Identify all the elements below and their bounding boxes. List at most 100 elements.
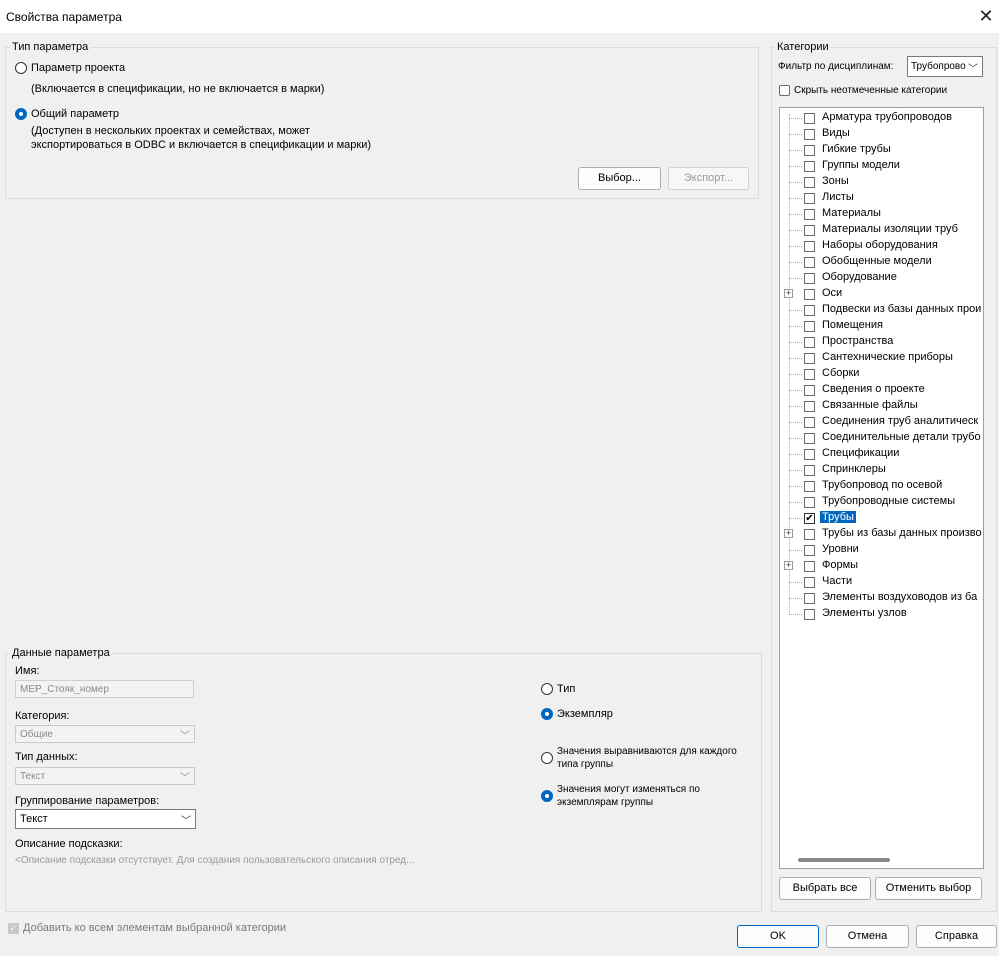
tree-row[interactable]: + Оси — [780, 286, 983, 302]
horizontal-scrollbar[interactable] — [780, 852, 983, 868]
category-label[interactable]: Пространства — [822, 335, 893, 347]
category-checkbox[interactable] — [804, 369, 815, 380]
shared-param-label[interactable]: Общий параметр — [31, 108, 119, 120]
category-checkbox[interactable] — [804, 417, 815, 428]
category-label[interactable]: Сведения о проекте — [822, 383, 925, 395]
category-checkbox[interactable] — [804, 225, 815, 236]
tree-row[interactable]: Соединительные детали трубо — [780, 430, 983, 446]
category-label[interactable]: Арматура трубопроводов — [822, 111, 952, 123]
category-label[interactable]: Формы — [822, 559, 858, 571]
expand-plus-icon[interactable]: + — [784, 561, 793, 570]
tree-row[interactable]: Группы модели — [780, 158, 983, 174]
category-checkbox[interactable] — [804, 257, 815, 268]
category-checkbox[interactable] — [804, 193, 815, 204]
tree-row[interactable]: Подвески из базы данных прои — [780, 302, 983, 318]
category-label[interactable]: Наборы оборудования — [822, 239, 938, 251]
tree-row[interactable]: Листы — [780, 190, 983, 206]
category-checkbox[interactable] — [804, 561, 815, 572]
category-checkbox[interactable] — [804, 401, 815, 412]
category-checkbox[interactable] — [804, 161, 815, 172]
tree-row[interactable]: Обобщенные модели — [780, 254, 983, 270]
scrollbar-thumb[interactable] — [798, 858, 890, 862]
help-button[interactable]: Справка — [916, 925, 997, 948]
category-label[interactable]: Зоны — [822, 175, 849, 187]
category-label[interactable]: Группы модели — [822, 159, 900, 171]
close-icon[interactable]: ✕ — [975, 5, 997, 27]
category-label[interactable]: Сантехнические приборы — [822, 351, 953, 363]
category-label[interactable]: Трубопровод по осевой — [822, 479, 942, 491]
name-field[interactable]: MEP_Стояк_номер — [15, 680, 194, 698]
type-radio[interactable] — [541, 683, 553, 695]
tree-row[interactable]: Спецификации — [780, 446, 983, 462]
tree-row[interactable]: Сведения о проекте — [780, 382, 983, 398]
instance-label[interactable]: Экземпляр — [557, 708, 613, 720]
select-button[interactable]: Выбор... — [578, 167, 661, 190]
tree-row[interactable]: + Формы — [780, 558, 983, 574]
shared-param-radio[interactable] — [15, 108, 27, 120]
datatype-select[interactable]: Текст ﹀ — [15, 767, 195, 785]
expand-plus-icon[interactable]: + — [784, 289, 793, 298]
vary-label-2[interactable]: экземплярам группы — [557, 797, 653, 808]
category-checkbox[interactable] — [804, 593, 815, 604]
category-label[interactable]: Связанные файлы — [822, 399, 918, 411]
category-label[interactable]: Сборки — [822, 367, 859, 379]
category-checkbox[interactable] — [804, 353, 815, 364]
category-label[interactable]: Спринклеры — [822, 463, 886, 475]
category-label[interactable]: Листы — [822, 191, 854, 203]
category-checkbox[interactable] — [804, 129, 815, 140]
category-checkbox[interactable] — [804, 241, 815, 252]
category-checkbox[interactable] — [804, 577, 815, 588]
category-select[interactable]: Общие ﹀ — [15, 725, 195, 743]
category-label[interactable]: Трубопроводные системы — [822, 495, 955, 507]
tree-row[interactable]: Части — [780, 574, 983, 590]
category-label[interactable]: Элементы воздуховодов из ба — [822, 591, 977, 603]
category-checkbox[interactable] — [804, 465, 815, 476]
category-checkbox[interactable] — [804, 273, 815, 284]
category-label[interactable]: Оборудование — [822, 271, 897, 283]
export-button[interactable]: Экспорт... — [668, 167, 749, 190]
align-radio[interactable] — [541, 752, 553, 764]
category-checkbox[interactable] — [804, 321, 815, 332]
category-label[interactable]: Материалы изоляции труб — [822, 223, 958, 235]
type-label[interactable]: Тип — [557, 683, 575, 695]
tree-row[interactable]: Трубопровод по осевой — [780, 478, 983, 494]
project-param-radio[interactable] — [15, 62, 27, 74]
select-all-button[interactable]: Выбрать все — [779, 877, 871, 900]
category-checkbox[interactable] — [804, 449, 815, 460]
category-checkbox[interactable] — [804, 545, 815, 556]
tree-row[interactable]: + Трубы из базы данных произво — [780, 526, 983, 542]
align-label-1[interactable]: Значения выравниваются для каждого — [557, 746, 737, 757]
category-checkbox[interactable] — [804, 289, 815, 300]
category-label[interactable]: Оси — [822, 287, 842, 299]
align-label-2[interactable]: типа группы — [557, 759, 613, 770]
category-checkbox[interactable] — [804, 337, 815, 348]
add-all-checkbox[interactable]: ✓ — [8, 923, 19, 934]
category-checkbox[interactable] — [804, 145, 815, 156]
category-checkbox[interactable] — [804, 497, 815, 508]
instance-radio[interactable] — [541, 708, 553, 720]
category-label[interactable]: Соединения труб аналитическ — [822, 415, 978, 427]
tree-row[interactable]: Сантехнические приборы — [780, 350, 983, 366]
tree-row[interactable]: Сборки — [780, 366, 983, 382]
tree-row[interactable]: Связанные файлы — [780, 398, 983, 414]
category-label[interactable]: Материалы — [822, 207, 881, 219]
category-checkbox[interactable] — [804, 305, 815, 316]
category-label[interactable]: Трубы из базы данных произво — [822, 527, 982, 539]
hide-unchecked-label[interactable]: Скрыть неотмеченные категории — [794, 85, 947, 96]
tree-row[interactable]: Соединения труб аналитическ — [780, 414, 983, 430]
tree-row[interactable]: ✔ Трубы — [780, 510, 983, 526]
grouping-select[interactable]: Текст ﹀ — [15, 809, 196, 829]
category-checkbox[interactable] — [804, 113, 815, 124]
category-checkbox[interactable] — [804, 481, 815, 492]
category-checkbox[interactable] — [804, 385, 815, 396]
category-label[interactable]: Уровни — [822, 543, 859, 555]
tree-row[interactable]: Материалы — [780, 206, 983, 222]
tree-row[interactable]: Арматура трубопроводов — [780, 110, 983, 126]
tree-row[interactable]: Материалы изоляции труб — [780, 222, 983, 238]
tree-row[interactable]: Гибкие трубы — [780, 142, 983, 158]
tree-row[interactable]: Виды — [780, 126, 983, 142]
tree-row[interactable]: Помещения — [780, 318, 983, 334]
filter-select[interactable]: Трубопрово ﹀ — [907, 56, 983, 77]
cancel-button[interactable]: Отмена — [826, 925, 909, 948]
category-label[interactable]: Спецификации — [822, 447, 899, 459]
